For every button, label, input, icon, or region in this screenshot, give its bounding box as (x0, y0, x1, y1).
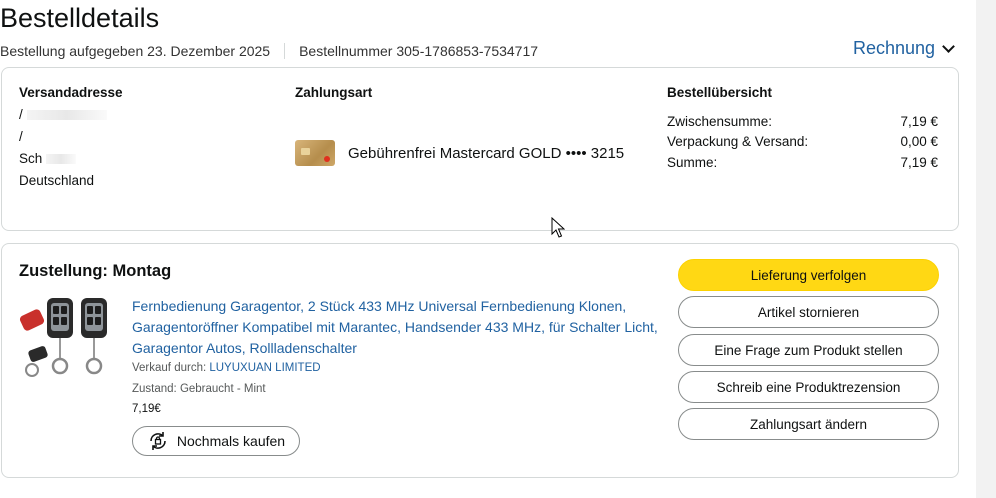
invoice-dropdown[interactable]: Rechnung (853, 38, 955, 59)
invoice-link-label: Rechnung (853, 38, 936, 58)
ask-question-label: Eine Frage zum Produkt stellen (714, 342, 903, 358)
shipping-heading: Versandadresse (19, 85, 123, 100)
summary-row: Summe: 7,19 € (667, 155, 938, 170)
buy-again-button[interactable]: Nochmals kaufen (132, 426, 300, 456)
summary-value: 0,00 € (900, 134, 938, 149)
summary-heading: Bestellübersicht (667, 85, 773, 100)
summary-row: Verpackung & Versand: 0,00 € (667, 134, 938, 149)
delivery-title: Zustellung: Montag (19, 262, 172, 280)
summary-value: 7,19 € (900, 114, 938, 129)
track-package-label: Lieferung verfolgen (750, 267, 867, 283)
summary-label: Zwischensumme: (667, 114, 773, 129)
summary-label: Summe: (667, 155, 718, 170)
seller-info: Verkauf durch: LUYUXUAN LIMITED (132, 362, 321, 374)
address-country: Deutschland (19, 173, 95, 188)
payment-method: Gebührenfrei Mastercard GOLD •••• 3215 (295, 140, 624, 166)
product-image[interactable] (19, 296, 111, 388)
buy-again-label: Nochmals kaufen (176, 433, 286, 449)
scrollbar-track[interactable] (976, 0, 996, 498)
item-price: 7,19€ (132, 403, 161, 415)
mastercard-icon (295, 140, 335, 166)
write-review-button[interactable]: Schreib eine Produktrezension (678, 371, 939, 403)
ask-question-button[interactable]: Eine Frage zum Produkt stellen (678, 334, 939, 366)
meta-divider (284, 43, 286, 59)
product-title-link[interactable]: Fernbedienung Garagentor, 2 Stück 433 MH… (132, 296, 667, 359)
summary-value: 7,19 € (900, 155, 938, 170)
page-title: Bestelldetails (0, 3, 160, 33)
mouse-cursor-icon (551, 217, 565, 238)
payment-method-label: Gebührenfrei Mastercard GOLD •••• 3215 (348, 144, 625, 162)
payment-heading: Zahlungsart (295, 85, 373, 100)
change-payment-button[interactable]: Zahlungsart ändern (678, 408, 939, 440)
chevron-down-icon (942, 39, 955, 53)
seller-link[interactable]: LUYUXUAN LIMITED (209, 362, 320, 374)
track-package-button[interactable]: Lieferung verfolgen (678, 259, 939, 291)
redacted-text (46, 154, 77, 165)
cancel-item-label: Artikel stornieren (757, 304, 860, 320)
summary-row: Zwischensumme: 7,19 € (667, 114, 938, 129)
summary-label: Verpackung & Versand: (667, 134, 809, 149)
seller-prefix: Verkauf durch: (132, 362, 207, 374)
redacted-text (26, 110, 107, 121)
order-number: Bestellnummer 305-1786853-7534717 (299, 43, 539, 59)
change-payment-label: Zahlungsart ändern (749, 416, 868, 432)
write-review-label: Schreib eine Produktrezension (716, 379, 901, 395)
item-condition: Zustand: Gebraucht - Mint (132, 383, 266, 395)
rebuy-icon (150, 432, 166, 450)
address-line: / (19, 129, 23, 144)
address-line: / (19, 107, 107, 122)
order-date: Bestellung aufgegeben 23. Dezember 2025 (0, 43, 271, 59)
order-meta: Bestellung aufgegeben 23. Dezember 2025 … (0, 43, 538, 59)
address-line: Sch (19, 151, 77, 166)
cancel-item-button[interactable]: Artikel stornieren (678, 296, 939, 328)
